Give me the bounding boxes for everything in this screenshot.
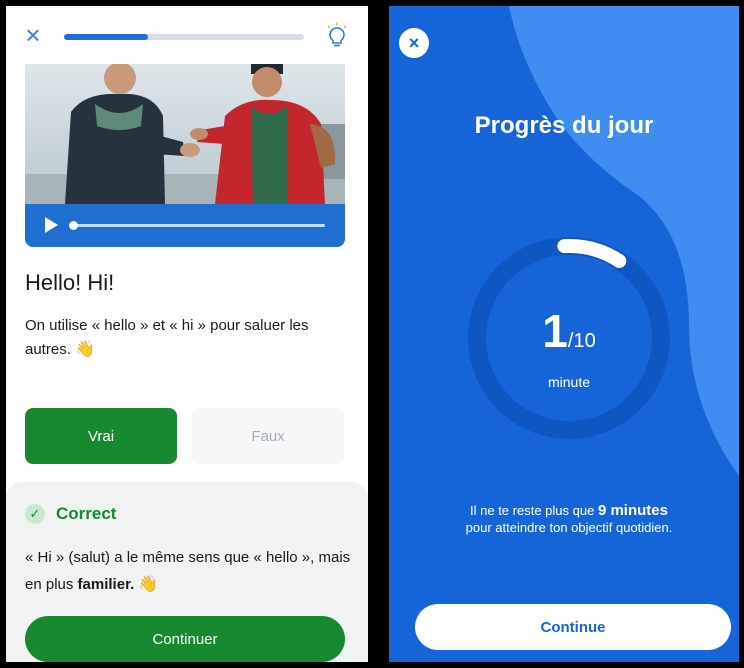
lesson-header: × [6,6,368,64]
remaining-message-suffix: pour atteindre ton objectif quotidien. [465,520,673,535]
lightbulb-icon[interactable] [324,22,350,50]
video-controls [25,204,345,247]
daily-progress-screen: × Progrès du jour 1/10 minute Il ne te r… [389,6,739,662]
close-icon[interactable]: × [399,28,429,58]
remaining-minutes: 9 minutes [597,502,668,519]
waving-hand-icon: 👋 [138,576,159,593]
lesson-explanation: On utilise « hello » et « hi » pour salu… [25,314,355,362]
lesson-explanation-text: On utilise « hello » et « hi » pour salu… [25,317,309,358]
feedback-status: Correct [56,504,117,523]
current-minutes: 1 [542,305,568,357]
close-icon[interactable]: × [22,22,44,48]
lesson-progress-bar [64,34,304,40]
progress-minutes: 1/10 [389,304,739,358]
feedback-text: « Hi » (salut) a le même sens que « hell… [25,549,351,593]
lesson-screen: × Hello! Hi! On utilise « hello » et « h… [6,6,368,662]
goal-minutes: /10 [567,330,596,352]
lesson-title: Hello! Hi! [25,270,115,295]
check-icon: ✓ [25,504,45,524]
video-thumbnail [25,64,345,204]
feedback-panel: ✓ Correct « Hi » (salut) a le même sens … [6,482,368,662]
remaining-message-prefix: Il ne te reste plus que [470,503,598,518]
play-icon[interactable] [45,217,58,233]
remaining-goal-message: Il ne te reste plus que 9 minutes pour a… [429,502,709,536]
continue-button[interactable]: Continuer [25,616,345,662]
lesson-progress-fill [64,34,148,40]
feedback-explanation: « Hi » (salut) a le même sens que « hell… [25,544,355,598]
lesson-video[interactable] [25,64,345,247]
progress-unit: minute [547,374,591,390]
answer-true-button[interactable]: Vrai [25,408,177,464]
continue-button[interactable]: Continue [415,604,731,650]
answer-false-button[interactable]: Faux [192,408,344,464]
video-seek-bar[interactable] [73,224,325,227]
video-seek-handle[interactable] [69,221,78,230]
waving-hand-icon: 👋 [75,341,95,358]
progress-title: Progrès du jour [474,112,654,139]
feedback-text-bold: familier. [77,576,135,593]
